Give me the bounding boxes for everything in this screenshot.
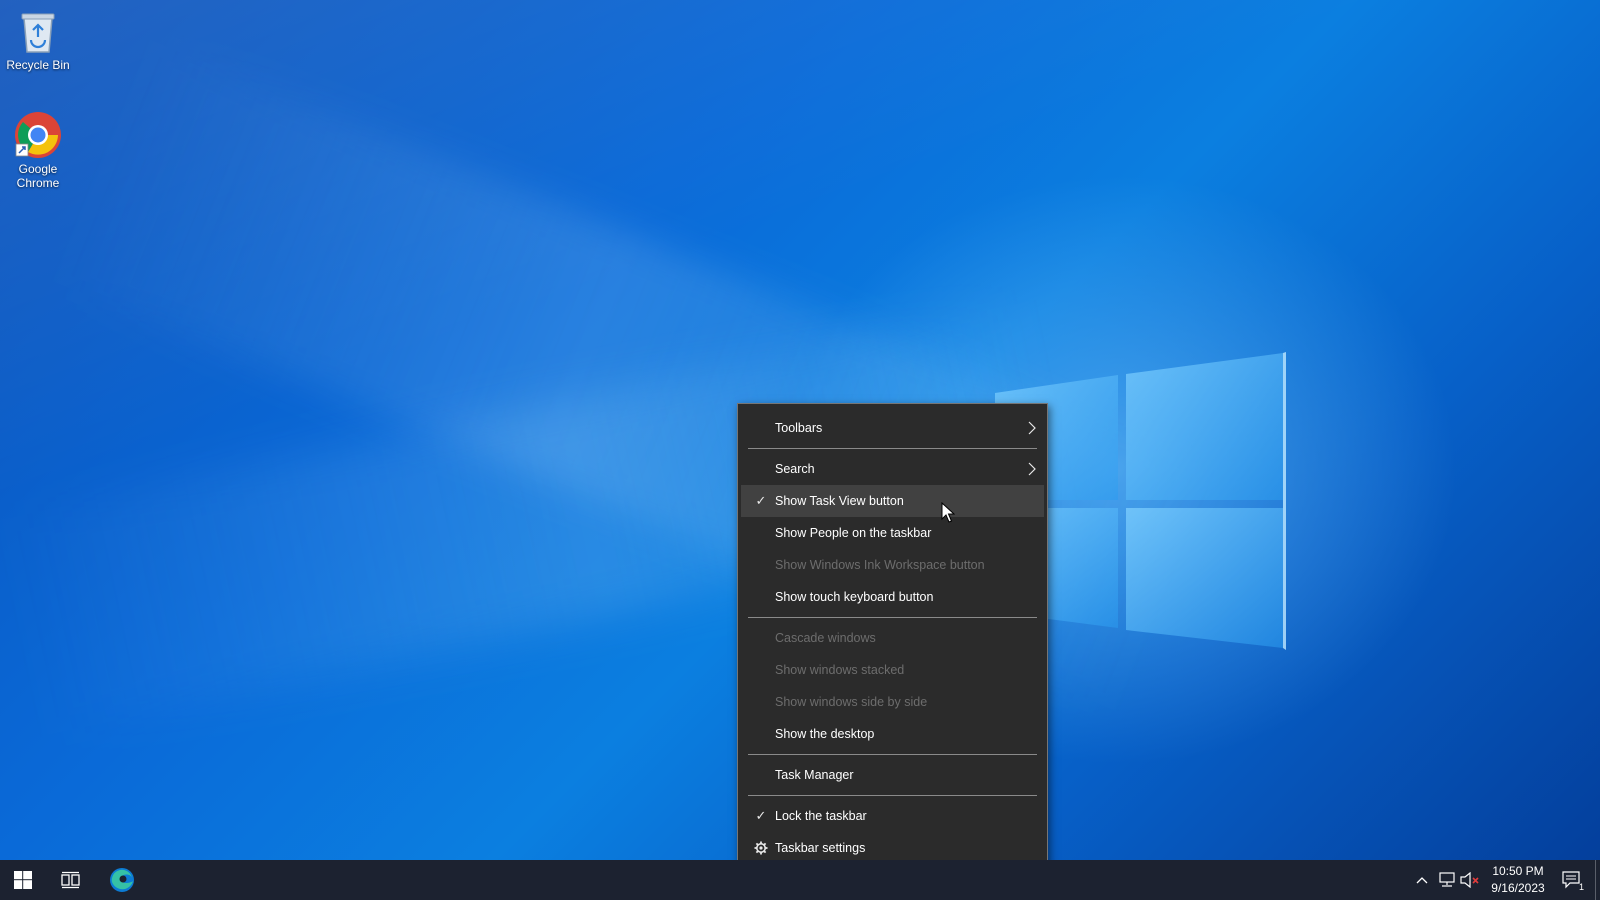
menu-separator [748,448,1037,449]
desktop-icon-label: Recycle Bin [6,58,70,72]
windows-start-icon [14,871,32,889]
chrome-icon [15,112,61,158]
menu-item-label: Search [775,462,815,476]
menu-item-label: Cascade windows [775,631,876,645]
desktop-icon-label: Google Chrome [16,162,60,190]
menu-item-label: Task Manager [775,768,854,782]
network-icon [1439,872,1455,887]
action-center-button[interactable]: 1 [1557,860,1587,900]
show-hidden-icons-button[interactable] [1411,860,1433,900]
network-tray-button[interactable] [1436,860,1458,900]
taskbar-clock[interactable]: 10:50 PM 9/16/2023 [1478,863,1558,897]
volume-muted-icon [1460,872,1479,888]
menu-item-lock-taskbar[interactable]: ✓ Lock the taskbar [741,800,1044,832]
clock-time: 10:50 PM [1492,864,1544,878]
edge-taskbar-button[interactable] [99,860,145,900]
menu-separator [748,617,1037,618]
menu-item-toolbars[interactable]: Toolbars [741,412,1044,444]
notification-count-badge: 1 [1578,882,1584,892]
recycle-bin-shortcut[interactable]: Recycle Bin [0,8,76,72]
start-button[interactable] [0,860,46,900]
menu-item-cascade-windows: Cascade windows [741,622,1044,654]
checkmark-icon: ✓ [755,808,767,823]
menu-item-windows-side-by-side: Show windows side by side [741,686,1044,718]
chevron-right-icon [1028,453,1036,485]
menu-item-label: Show Windows Ink Workspace button [775,558,985,572]
menu-item-show-desktop[interactable]: Show the desktop [741,718,1044,750]
chevron-right-icon [1028,412,1036,444]
menu-item-show-touch-keyboard[interactable]: Show touch keyboard button [741,581,1044,613]
menu-item-label: Show touch keyboard button [775,590,934,604]
menu-item-windows-stacked: Show windows stacked [741,654,1044,686]
chrome-shortcut[interactable]: Google Chrome [0,110,76,190]
menu-item-show-people[interactable]: Show People on the taskbar [741,517,1044,549]
menu-item-show-ink-workspace: Show Windows Ink Workspace button [741,549,1044,581]
menu-item-show-task-view[interactable]: ✓ Show Task View button [741,485,1044,517]
menu-item-label: Toolbars [775,421,823,435]
taskbar-context-menu: Toolbars Search ✓ Show Task View button … [737,403,1048,870]
checkmark-icon: ✓ [755,493,767,508]
clock-date: 9/16/2023 [1491,881,1545,895]
recycle-bin-icon [21,13,55,53]
edge-icon [110,868,134,892]
menu-item-task-manager[interactable]: Task Manager [741,759,1044,791]
show-desktop-button[interactable] [1595,860,1600,900]
menu-separator [748,795,1037,796]
task-view-button[interactable] [48,860,94,900]
menu-item-label: Lock the taskbar [775,809,867,823]
menu-separator [748,754,1037,755]
chevron-up-icon [1416,877,1428,884]
menu-item-label: Show windows stacked [775,663,905,677]
menu-item-label: Taskbar settings [775,841,866,855]
menu-item-label: Show Task View button [775,494,904,508]
mouse-cursor-icon [941,502,955,523]
menu-item-label: Show the desktop [775,727,875,741]
menu-item-search[interactable]: Search [741,453,1044,485]
task-view-icon [61,871,80,889]
taskbar: 10:50 PM 9/16/2023 1 [0,860,1600,900]
menu-item-label: Show People on the taskbar [775,526,932,540]
menu-item-label: Show windows side by side [775,695,928,709]
